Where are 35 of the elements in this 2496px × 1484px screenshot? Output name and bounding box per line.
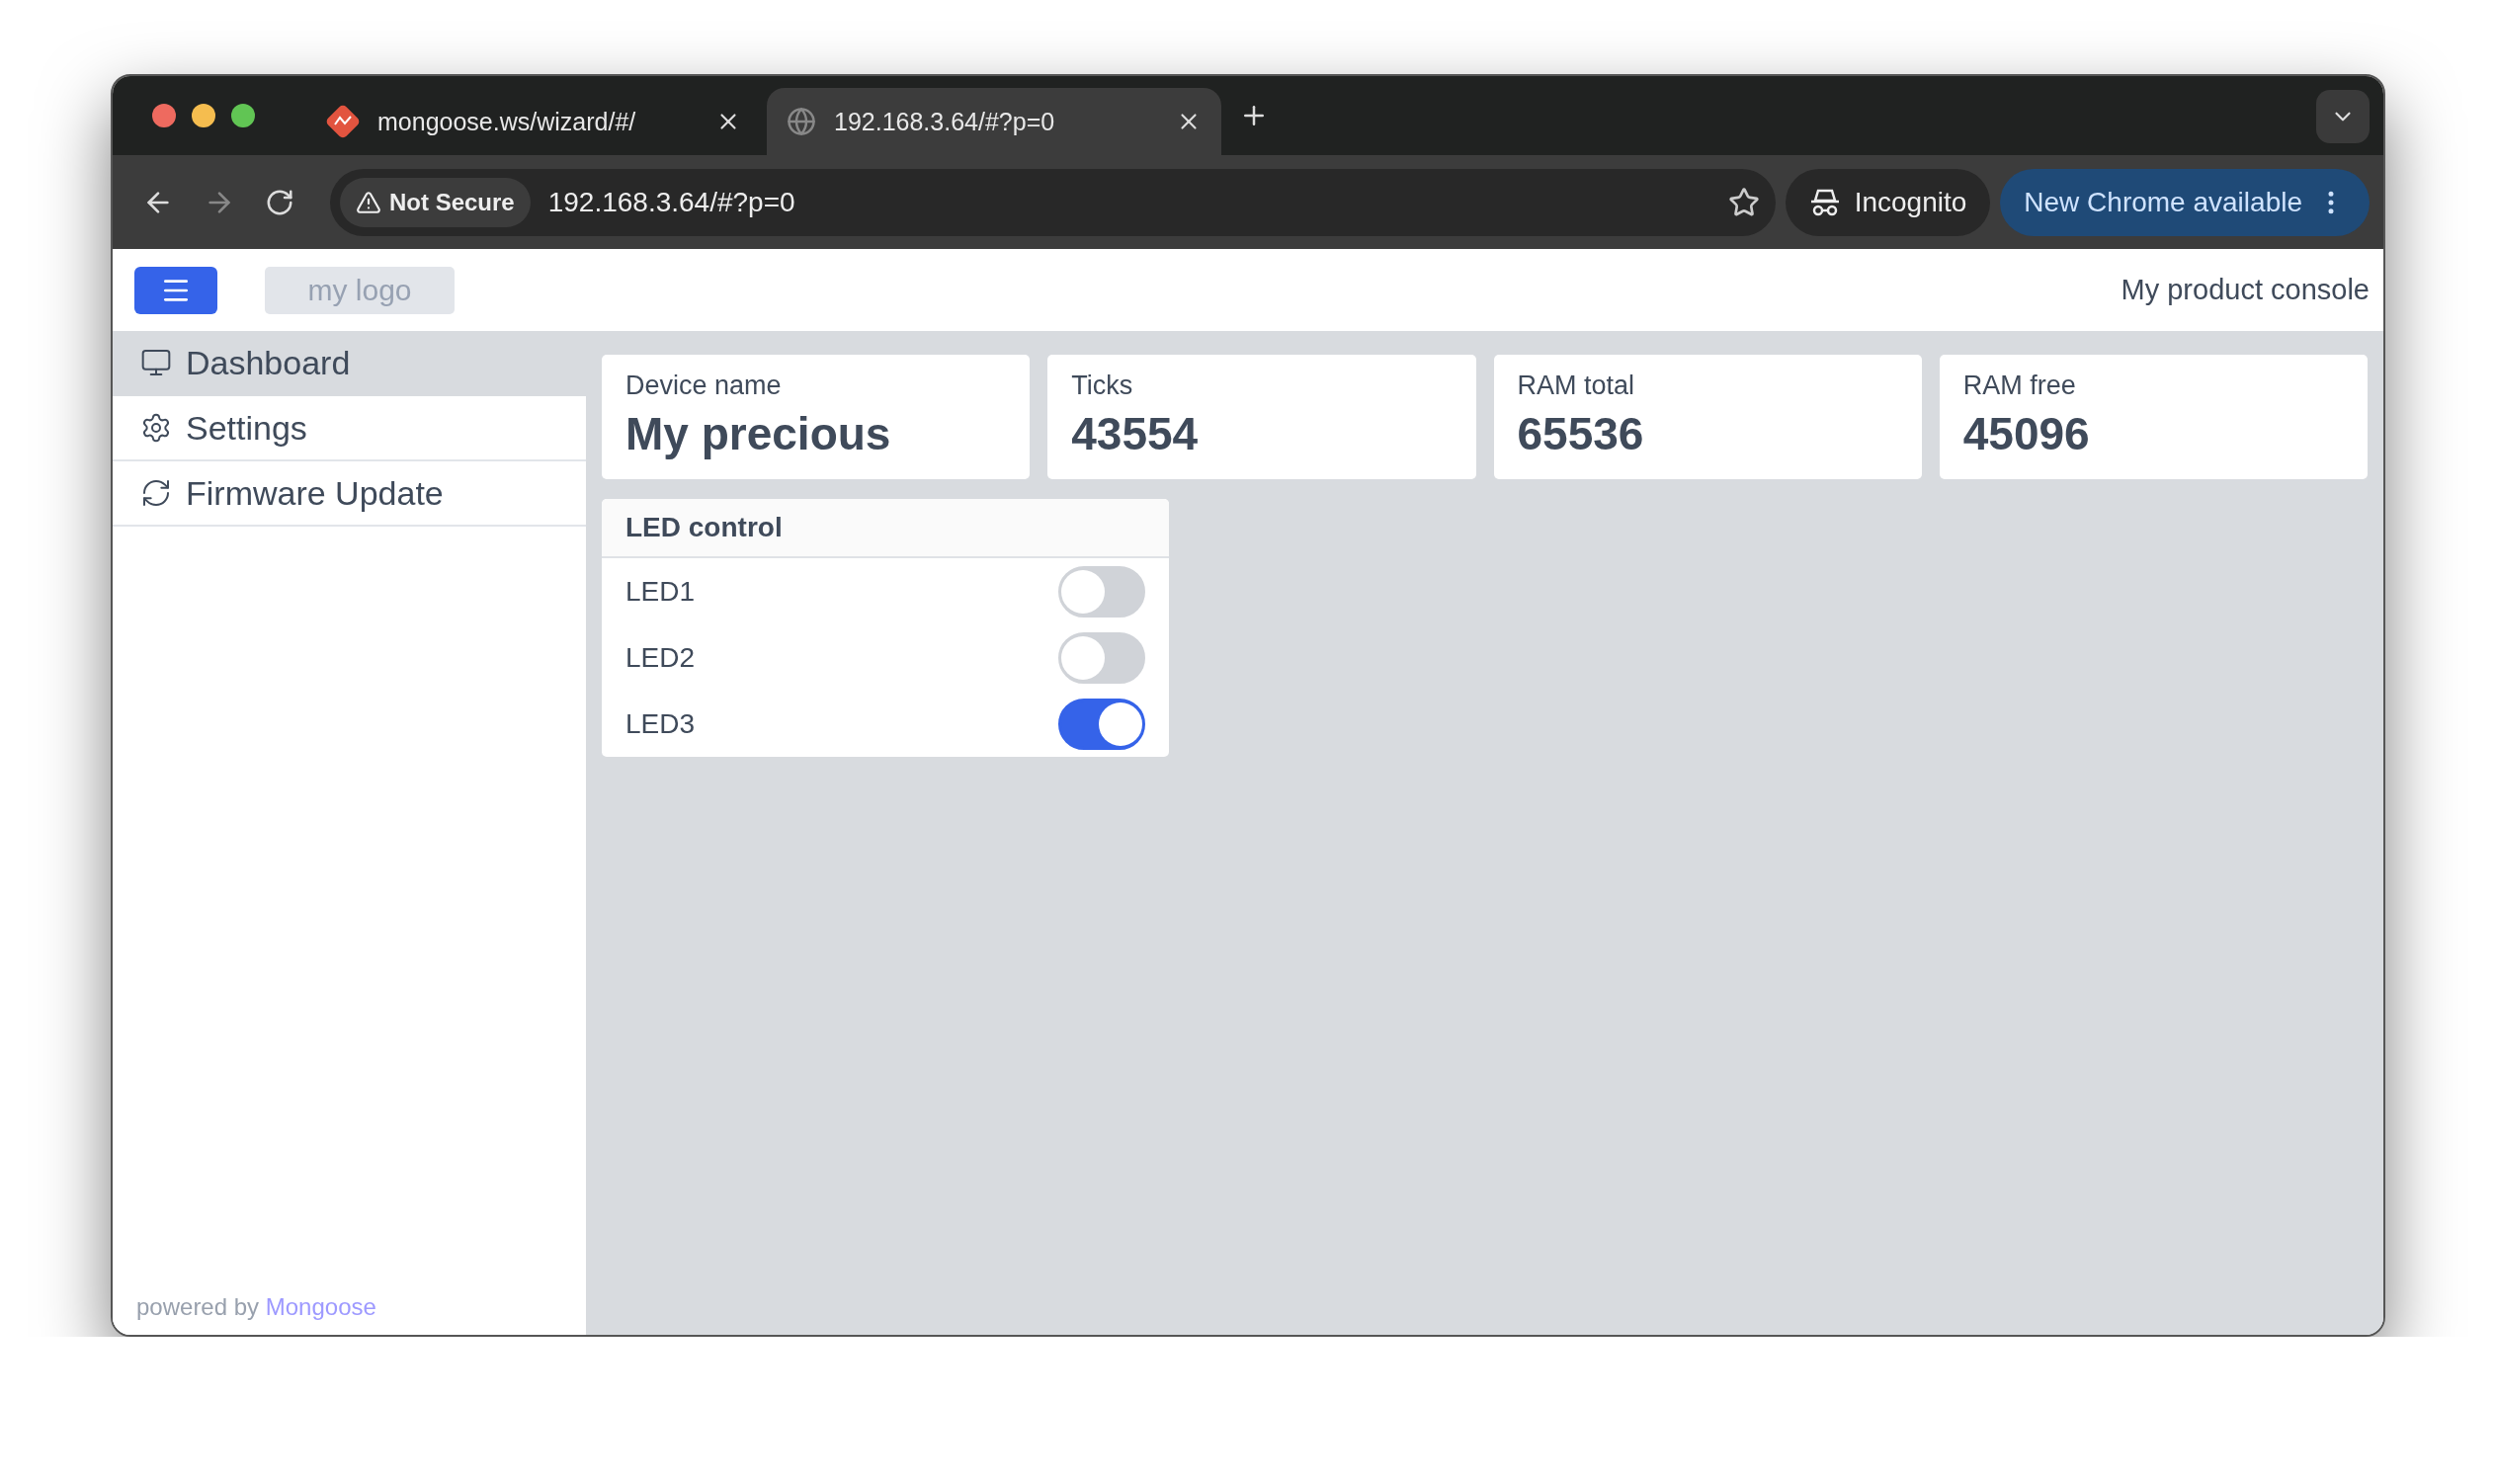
stat-label: RAM free bbox=[1962, 371, 2077, 401]
monitor-icon bbox=[140, 347, 172, 378]
refresh-icon bbox=[140, 477, 172, 509]
led-label: LED2 bbox=[625, 641, 696, 674]
sidebar-item[interactable]: Dashboard bbox=[113, 331, 586, 396]
stat-label: Device name bbox=[625, 371, 783, 401]
panel-title: LED control bbox=[602, 499, 1169, 558]
star-icon[interactable] bbox=[1727, 186, 1760, 218]
stat-label: Ticks bbox=[1071, 371, 1134, 401]
browser-tab[interactable]: 192.168.3.64/#?p=0 bbox=[767, 88, 1221, 155]
security-chip[interactable]: Not Secure bbox=[340, 177, 531, 227]
stat-value: 43554 bbox=[1071, 407, 1200, 460]
incognito-icon bbox=[1808, 187, 1841, 217]
gear-icon bbox=[140, 412, 172, 444]
menu-button[interactable] bbox=[134, 266, 217, 314]
incognito-chip[interactable]: Incognito bbox=[1785, 168, 1991, 236]
console-title: My product console bbox=[2121, 274, 2370, 306]
stat-label: RAM total bbox=[1517, 371, 1636, 401]
warning-icon bbox=[356, 189, 381, 215]
address-bar[interactable]: Not Secure 192.168.3.64/#?p=0 bbox=[330, 168, 1776, 236]
browser-tab[interactable]: mongoose.ws/wizard/#/ bbox=[306, 88, 761, 155]
stat-value: 65536 bbox=[1517, 407, 1645, 460]
led-label: LED3 bbox=[625, 707, 696, 740]
url-text: 192.168.3.64/#?p=0 bbox=[547, 186, 796, 218]
minimize-window-icon[interactable] bbox=[192, 104, 215, 127]
logo: my logo bbox=[265, 266, 455, 314]
stat-value: 45096 bbox=[1962, 407, 2091, 460]
maximize-window-icon[interactable] bbox=[231, 104, 255, 127]
powered-by-text: powered by Mongoose bbox=[135, 1293, 377, 1322]
led-label: LED1 bbox=[625, 575, 696, 608]
globe-icon bbox=[787, 107, 816, 136]
stat-value: My precious bbox=[625, 407, 892, 460]
led-toggle[interactable] bbox=[1058, 698, 1145, 750]
close-window-icon[interactable] bbox=[152, 104, 176, 127]
update-chrome-button[interactable]: New Chrome available bbox=[2000, 168, 2370, 236]
